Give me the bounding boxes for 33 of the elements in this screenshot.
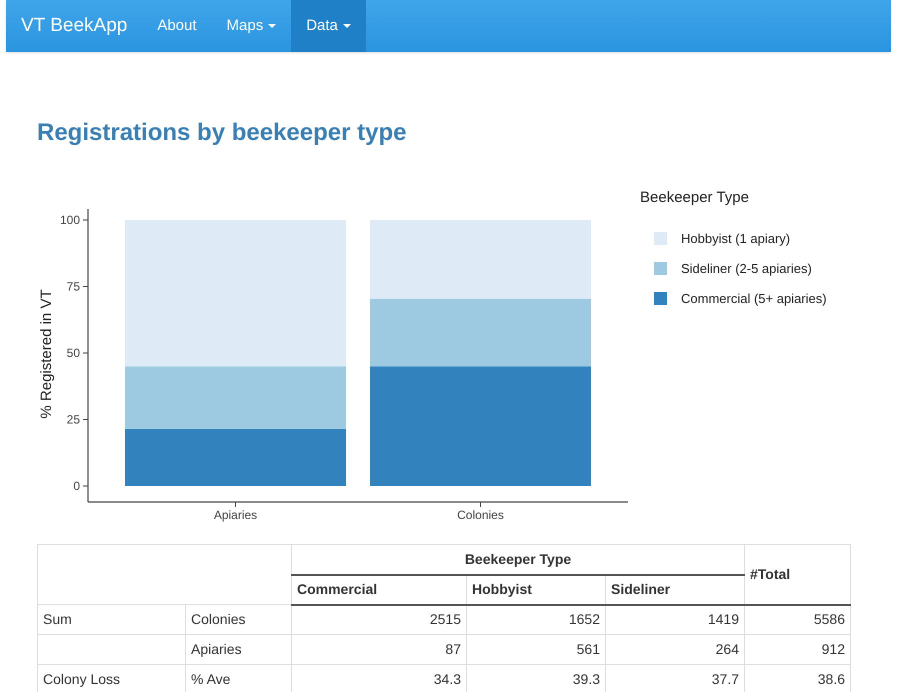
column-header: #Total	[744, 544, 850, 604]
table-cell: 1652	[466, 604, 606, 634]
x-tick-label: Colonies	[457, 508, 504, 522]
table-cell: Apiaries	[186, 634, 292, 664]
nav-item[interactable]: About	[142, 0, 212, 52]
legend-label: Sideliner (2-5 apiaries)	[681, 260, 812, 278]
nav-item[interactable]: Maps	[212, 0, 292, 52]
legend-title: Beekeeper Type	[640, 188, 750, 208]
table-cell: 264	[606, 634, 744, 664]
table-cell: 2515	[292, 604, 466, 634]
y-tick-label: 100	[60, 213, 80, 227]
y-tick-label: 75	[66, 280, 80, 294]
page-title: Registrations by beekeeper type	[37, 118, 408, 148]
y-tick-label: 50	[66, 346, 80, 360]
column-header: Commercial	[292, 574, 466, 604]
y-axis-title: % Registered in VT	[38, 289, 55, 419]
y-tick-label: 0	[73, 479, 80, 493]
legend-label: Hobbyist (1 apiary)	[681, 230, 790, 248]
column-group-header: Beekeeper Type	[292, 544, 744, 574]
table-cell: 561	[466, 634, 606, 664]
y-tick-label: 25	[66, 412, 80, 426]
table-cell: 5586	[744, 604, 850, 634]
table-cell: Sum	[38, 604, 186, 634]
x-tick-label: Apiaries	[214, 508, 258, 522]
nav-item[interactable]: Data	[291, 0, 366, 52]
table-cell: Colony Loss	[38, 664, 186, 692]
brand-link[interactable]: VT BeekApp	[6, 0, 142, 52]
legend-label: Commercial (5+ apiaries)	[681, 290, 827, 308]
table-cell: 912	[744, 634, 850, 664]
column-header: Hobbyist	[466, 574, 606, 604]
table-cell: Colonies	[186, 604, 292, 634]
table-cell: 87	[292, 634, 466, 664]
table-cell: 1419	[606, 604, 744, 634]
